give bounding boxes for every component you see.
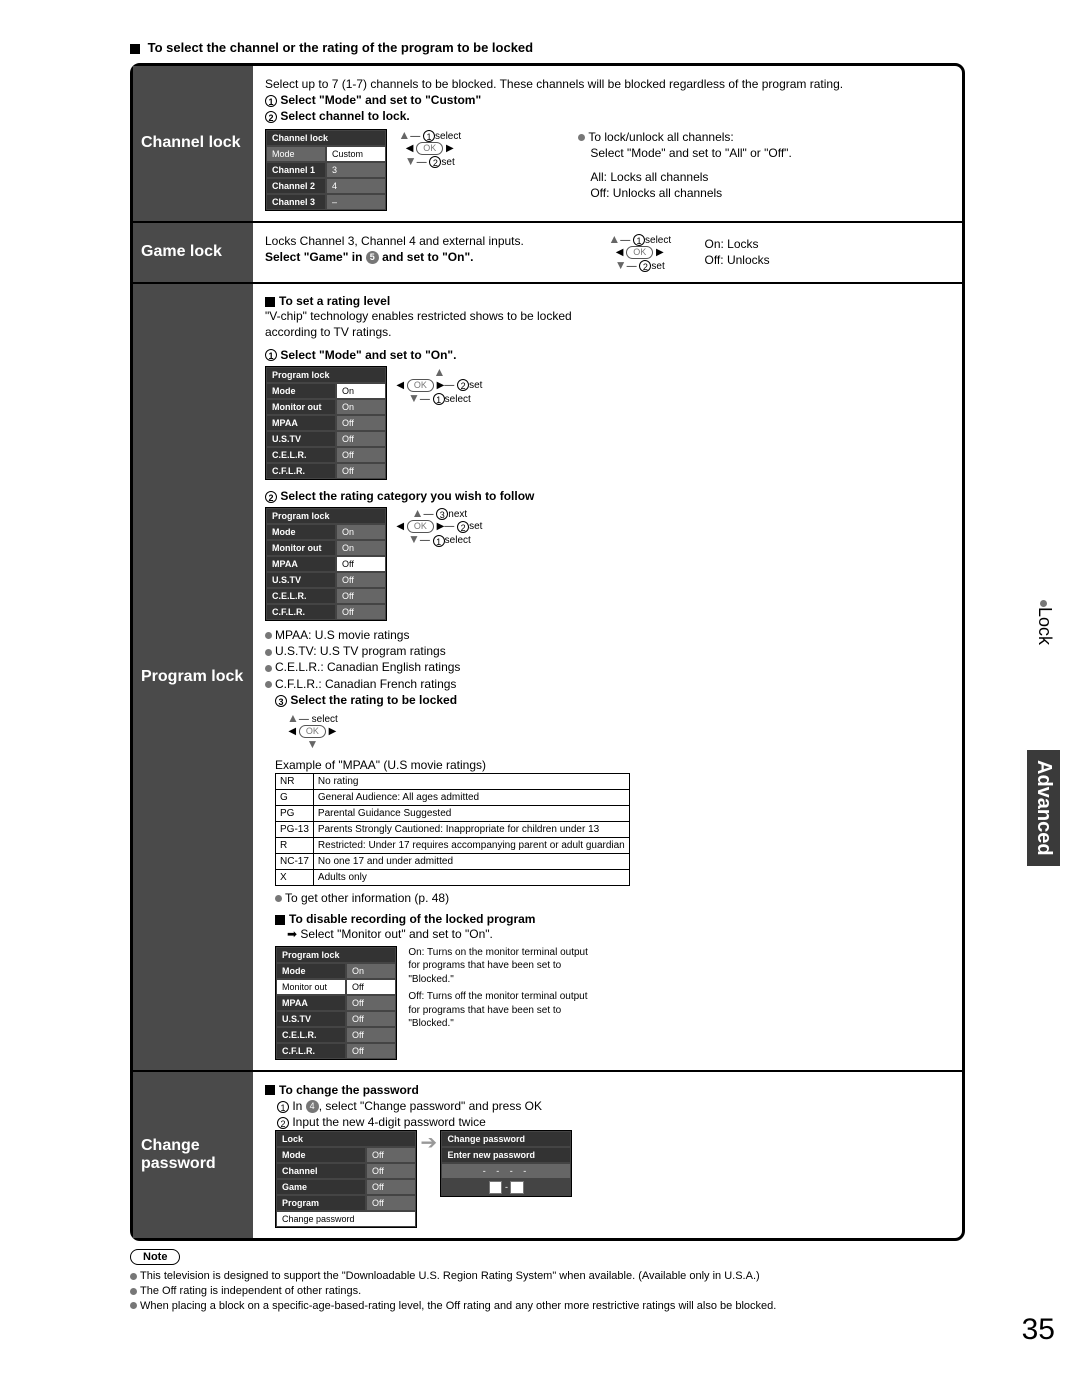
step-ref-5: 5 (366, 251, 379, 264)
note-label: Note (130, 1249, 180, 1265)
tip-body: Select "Mode" and set to "All" or "Off". (578, 145, 858, 161)
step-1-icon: 1 (265, 95, 277, 107)
channel-lock-step2: Select channel to lock. (280, 109, 409, 123)
monitor-on-desc: On: Turns on the monitor terminal output… (408, 946, 598, 987)
pl-step2: Select the rating category you wish to f… (280, 489, 534, 503)
channel-lock-content: Select up to 7 (1-7) channels to be bloc… (253, 66, 962, 223)
password-field[interactable]: - - - - (441, 1163, 571, 1179)
menu-title: Channel lock (266, 130, 386, 146)
game-off: Off: Unlocks (704, 252, 769, 268)
legend-cflr: C.F.L.R.: Canadian French ratings (275, 677, 456, 691)
key-range: 0 (489, 1181, 503, 1194)
mpaa-ratings-table: NRNo rating GGeneral Audience: All ages … (275, 773, 630, 886)
nav-pad: ▲— select ◀ OK ▶ ▼ (287, 712, 338, 751)
pl-step3: Select the rating to be locked (290, 693, 457, 707)
info-ref: To get other information (p. 48) (285, 891, 449, 905)
monitor-off-desc: Off: Turns off the monitor terminal outp… (408, 990, 598, 1031)
bullet-icon (578, 134, 585, 141)
legend-ustv: U.S.TV: U.S TV program ratings (275, 644, 446, 658)
program-lock-menu-2: Program lock ModeOn Monitor outOn MPAAOf… (265, 507, 387, 621)
ok-button-icon: OK (416, 142, 443, 155)
program-lock-content: To set a rating level "V-chip" technolog… (253, 284, 962, 1071)
disable-instr: Select "Monitor out" and set to "On". (300, 927, 492, 941)
tip-head: To lock/unlock all channels: (588, 130, 733, 144)
channel-lock-step1: Select "Mode" and set to "Custom" (280, 93, 481, 107)
step-ref-4: 4 (306, 1100, 319, 1113)
side-label-lock: Lock (1034, 600, 1055, 645)
tip-off: Off: Unlocks all channels (578, 185, 858, 201)
note-1: This television is designed to support t… (140, 1270, 760, 1282)
legend-mpaa: MPAA: U.S movie ratings (275, 628, 409, 642)
set-rating-hdr: To set a rating level (279, 294, 390, 308)
page-title-text: To select the channel or the rating of t… (148, 40, 533, 55)
change-password-label: Change password (133, 1072, 253, 1239)
page-number: 35 (1022, 1313, 1055, 1347)
cp-step2: Input the new 4-digit password twice (292, 1115, 485, 1129)
lock-sections-table: Channel lock Select up to 7 (1-7) channe… (130, 63, 965, 1241)
vchip-desc: "V-chip" technology enables restricted s… (265, 308, 583, 340)
pl-step1: Select "Mode" and set to "On". (280, 348, 456, 362)
tip-all: All: Locks all channels (578, 169, 858, 185)
note-3: When placing a block on a specific-age-b… (140, 1300, 776, 1312)
nav-pad: ▲— 1select ◀ OK ▶ ▼— 2set (398, 129, 461, 169)
mpaa-example-hdr: Example of "MPAA" (U.S movie ratings) (275, 757, 635, 773)
lock-menu: Lock ModeOff ChannelOff GameOff ProgramO… (275, 1130, 417, 1228)
ok-button-icon: OK (626, 246, 653, 259)
nav-pad: ▲— 3next ◀ OK ▶— 2set ▼— 1select (396, 507, 482, 547)
nav-pad: ▲ ◀ OK ▶— 2set ▼— 1select (396, 366, 482, 405)
game-lock-label: Game lock (133, 223, 253, 285)
square-icon (265, 297, 275, 307)
notes: This television is designed to support t… (130, 1269, 1030, 1314)
game-lock-content: Locks Channel 3, Channel 4 and external … (253, 223, 962, 285)
game-on: On: Locks (704, 236, 769, 252)
program-lock-label: Program lock (133, 284, 253, 1071)
change-password-content: To change the password 1 In 4, select "C… (253, 1072, 962, 1239)
page-title: To select the channel or the rating of t… (130, 40, 1030, 55)
change-password-dialog: Change password Enter new password - - -… (440, 1130, 572, 1197)
legend-celr: C.E.L.R.: Canadian English ratings (275, 660, 460, 674)
nav-pad: ▲— 1select ◀ OK ▶ ▼— 2set (608, 233, 671, 273)
channel-lock-menu: Channel lock ModeCustom Channel 13 Chann… (265, 129, 387, 211)
cp-step1: , select "Change password" and press OK (319, 1099, 542, 1113)
channel-lock-label: Channel lock (133, 66, 253, 223)
program-lock-menu-1: Program lock ModeOn Monitor outOn MPAAOf… (265, 366, 387, 480)
channel-lock-intro: Select up to 7 (1-7) channels to be bloc… (265, 76, 950, 92)
side-tab-advanced: Advanced (1027, 750, 1060, 866)
disable-rec-hdr: To disable recording of the locked progr… (289, 912, 535, 926)
change-pw-hdr: To change the password (279, 1083, 419, 1097)
square-bullet (130, 44, 140, 54)
game-lock-desc: Locks Channel 3, Channel 4 and external … (265, 233, 585, 249)
arrow-right-icon: ➔ (420, 1132, 437, 1154)
step-2-icon: 2 (265, 111, 277, 123)
note-2: The Off rating is independent of other r… (140, 1285, 361, 1297)
program-lock-menu-3: Program lock ModeOn Monitor outOff MPAAO… (275, 946, 397, 1060)
